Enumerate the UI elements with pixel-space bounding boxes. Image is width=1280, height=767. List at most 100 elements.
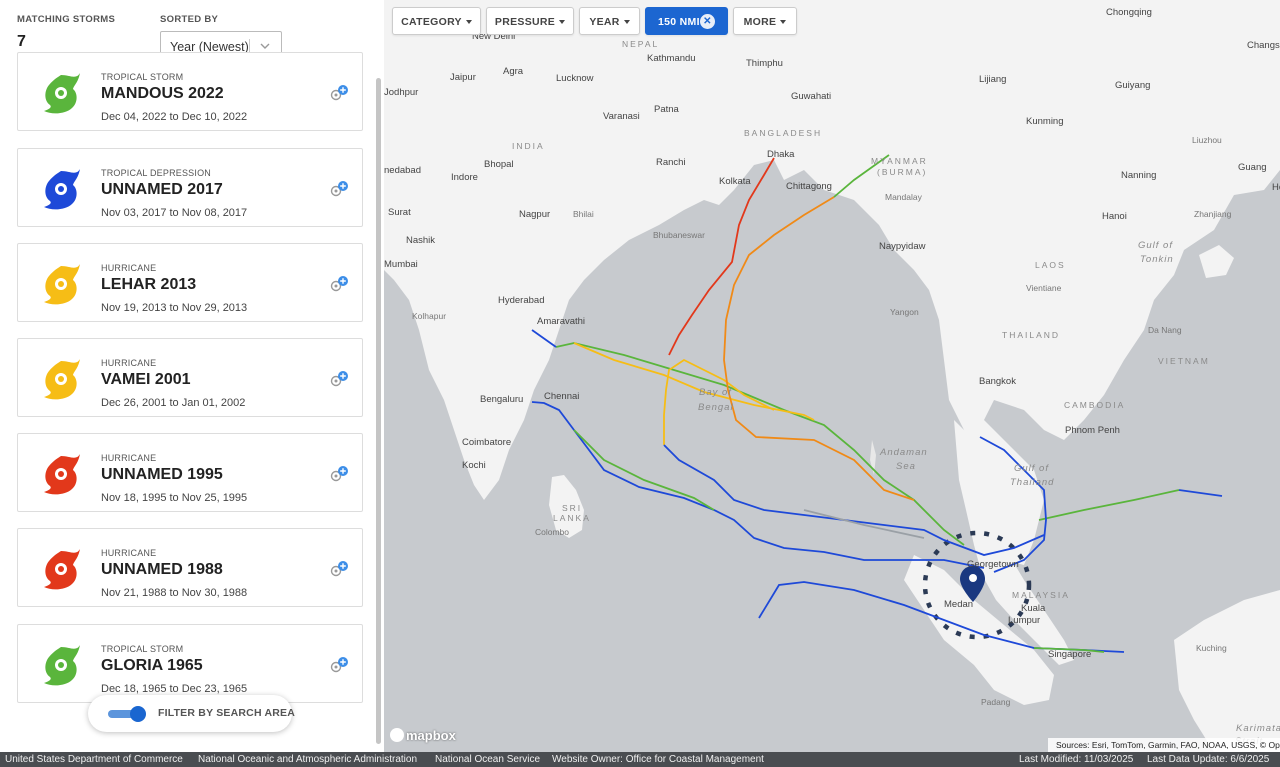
- hurricane-icon: [44, 169, 80, 210]
- caret-down-icon: [623, 20, 630, 24]
- mapbox-logo[interactable]: mapbox: [390, 728, 456, 743]
- storm-name: LEHAR 2013: [101, 276, 197, 293]
- map-place-label: Bangkok: [979, 376, 1016, 387]
- hurricane-icon: [44, 549, 80, 590]
- map-place-label: Gulf of: [1014, 463, 1049, 474]
- map-place-label: Gulf of: [1138, 240, 1173, 251]
- map-place-label: Chennai: [544, 391, 580, 402]
- footer-commerce-link[interactable]: United States Department of Commerce: [5, 754, 183, 765]
- map-place-label: Hanoi: [1102, 211, 1127, 222]
- storm-category: HURRICANE: [101, 358, 157, 368]
- storm-name: UNNAMED 2017: [101, 181, 223, 198]
- radius-filter-label: 150 NMI: [658, 16, 700, 28]
- storm-card[interactable]: TROPICAL STORM GLORIA 1965 Dec 18, 1965 to…: [17, 624, 363, 703]
- add-storm-icon[interactable]: [330, 465, 350, 485]
- map-place-label: THAILAND: [1002, 330, 1061, 340]
- map-place-label: Ranchi: [656, 157, 686, 168]
- toggle-knob: [130, 706, 146, 722]
- year-filter-button[interactable]: YEAR: [579, 7, 640, 35]
- map-place-label: Bhubaneswar: [653, 230, 705, 240]
- storm-name: UNNAMED 1988: [101, 561, 223, 578]
- category-filter-button[interactable]: CATEGORY: [392, 7, 481, 35]
- add-storm-icon[interactable]: [330, 275, 350, 295]
- map-attribution: Sources: Esri, TomTom, Garmin, FAO, NOAA…: [1048, 738, 1280, 752]
- map-place-label: Varanasi: [603, 111, 640, 122]
- radius-filter-button[interactable]: 150 NMI ✕: [645, 7, 728, 35]
- map-place-label: Lijiang: [979, 74, 1007, 85]
- map-place-label: Mandalay: [885, 192, 922, 202]
- more-filter-button[interactable]: MORE: [733, 7, 797, 35]
- storm-category: HURRICANE: [101, 263, 157, 273]
- map-place-label: Ho: [1272, 182, 1280, 193]
- storm-card[interactable]: TROPICAL STORM MANDOUS 2022 Dec 04, 2022 t…: [17, 52, 363, 131]
- map-place-label: Kolhapur: [412, 311, 447, 321]
- add-storm-icon[interactable]: [330, 84, 350, 104]
- site-footer: United States Department of Commerce Nat…: [0, 752, 1280, 767]
- filter-by-search-area-label: FILTER BY SEARCH AREA: [158, 707, 296, 719]
- map-place-label: Bhilai: [573, 209, 594, 219]
- map-place-label: Mumbai: [384, 259, 418, 270]
- sort-label: SORTED BY: [160, 14, 219, 25]
- storm-category: TROPICAL DEPRESSION: [101, 168, 211, 178]
- storm-card[interactable]: HURRICANE LEHAR 2013 Nov 19, 2013 to Nov 2…: [17, 243, 363, 322]
- pressure-filter-button[interactable]: PRESSURE: [486, 7, 574, 35]
- storm-card[interactable]: TROPICAL DEPRESSION UNNAMED 2017 Nov 03, 2…: [17, 148, 363, 227]
- app-root: MATCHING STORMS 7 SORTED BY Year (Newest…: [0, 0, 1280, 767]
- map-place-label: SRI: [562, 503, 583, 513]
- map-place-label: Kathmandu: [647, 53, 696, 64]
- map-place-label: Dhaka: [767, 149, 795, 160]
- storm-track-map[interactable]: New Delhi Chongqing Changs NEPAL Kathmandu Th…: [384, 0, 1280, 752]
- pressure-filter-label: PRESSURE: [494, 16, 556, 28]
- map-place-label: Lumpur: [1008, 615, 1041, 626]
- filter-by-search-area-toggle[interactable]: FILTER BY SEARCH AREA: [88, 695, 296, 732]
- storm-dates: Nov 03, 2017 to Nov 08, 2017: [101, 207, 248, 219]
- map-place-label: Phnom Penh: [1065, 425, 1120, 436]
- map-place-label: Chittagong: [786, 181, 832, 192]
- map-place-label: Lucknow: [556, 73, 594, 84]
- hurricane-icon: [44, 645, 80, 686]
- footer-owner-link[interactable]: Website Owner: Office for Coastal Manage…: [552, 754, 764, 765]
- add-storm-icon[interactable]: [330, 180, 350, 200]
- category-filter-label: CATEGORY: [401, 16, 462, 28]
- sort-control: SORTED BY Year (Newest): [160, 14, 282, 63]
- map-place-label: BANGLADESH: [744, 128, 823, 138]
- storm-card[interactable]: HURRICANE UNNAMED 1995 Nov 18, 1995 to Nov…: [17, 433, 363, 512]
- mapbox-logo-icon: [390, 728, 404, 742]
- storm-card[interactable]: HURRICANE UNNAMED 1988 Nov 21, 1988 to Nov…: [17, 528, 363, 607]
- map-place-label: Tonkin: [1140, 254, 1174, 265]
- hurricane-icon: [44, 359, 80, 400]
- storm-category: HURRICANE: [101, 548, 157, 558]
- map-place-label: Bay of: [699, 387, 732, 398]
- map-place-label: Thimphu: [746, 58, 783, 69]
- footer-noaa-link[interactable]: National Oceanic and Atmospheric Adminis…: [198, 754, 417, 765]
- toggle-switch[interactable]: [108, 706, 146, 722]
- footer-last-modified: Last Modified: 11/03/2025: [1019, 754, 1134, 765]
- map-place-label: Jodhpur: [384, 87, 419, 98]
- footer-nos-link[interactable]: National Ocean Service: [435, 754, 540, 765]
- map-place-label: Changs: [1247, 40, 1280, 51]
- close-icon[interactable]: ✕: [700, 14, 715, 29]
- map-place-label: Nanning: [1121, 170, 1157, 181]
- map-place-label: Amaravathi: [537, 316, 586, 327]
- map-place-label: Coimbatore: [462, 437, 512, 448]
- map-place-label: Bengal: [698, 402, 734, 413]
- map-place-label: Guang: [1238, 162, 1267, 173]
- storm-card[interactable]: HURRICANE VAMEI 2001 Dec 26, 2001 to Jan 0…: [17, 338, 363, 417]
- storm-dates: Dec 18, 1965 to Dec 23, 1965: [101, 683, 248, 695]
- caret-down-icon: [465, 20, 472, 24]
- map-place-label: Bengaluru: [480, 394, 524, 405]
- hurricane-icon: [44, 73, 80, 114]
- hurricane-icon: [44, 264, 80, 305]
- map-place-label: Patna: [654, 104, 679, 115]
- map-place-label: Indore: [451, 172, 478, 183]
- map-place-label: Chongqing: [1106, 7, 1152, 18]
- add-storm-icon[interactable]: [330, 370, 350, 390]
- map-place-label: Padang: [981, 697, 1011, 707]
- storm-category: HURRICANE: [101, 453, 157, 463]
- sidebar-scrollbar[interactable]: [376, 78, 381, 744]
- map-place-label: MYANMAR: [871, 156, 928, 166]
- add-storm-icon[interactable]: [330, 656, 350, 676]
- storm-category: TROPICAL STORM: [101, 644, 184, 654]
- add-storm-icon[interactable]: [330, 560, 350, 580]
- map-place-label: CAMBODIA: [1064, 400, 1126, 410]
